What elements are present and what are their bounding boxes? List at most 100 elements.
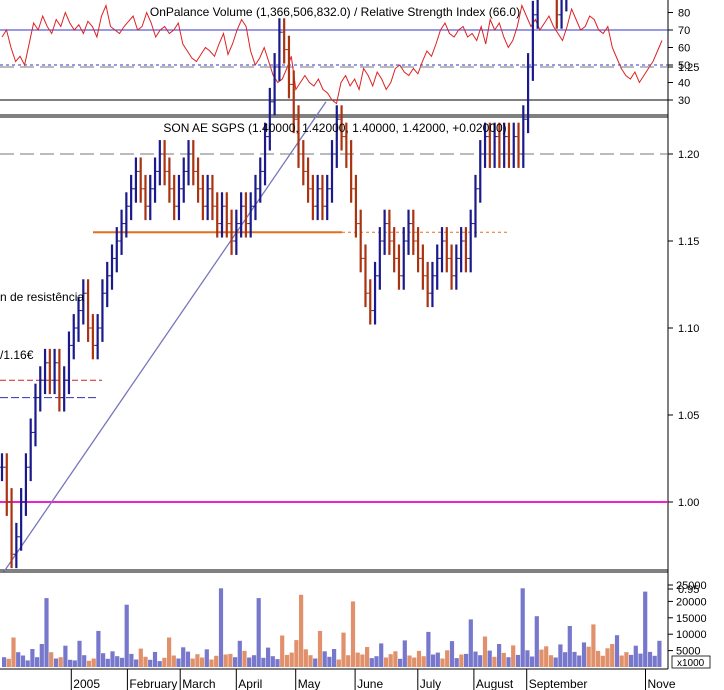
volume-bar	[82, 655, 87, 667]
volume-bar	[577, 655, 582, 667]
annotation-price: /1.16€	[0, 348, 34, 362]
volume-bar	[511, 645, 516, 667]
volume-bar	[289, 652, 294, 667]
volume-bar	[124, 604, 129, 667]
volume-bar	[657, 640, 662, 667]
volume-bar	[581, 642, 587, 667]
volume-bar	[350, 601, 356, 667]
price-tick-label: 1.15	[678, 236, 699, 248]
volume-bar	[520, 588, 525, 667]
volume-bar	[138, 648, 143, 667]
volume-bar	[30, 649, 35, 667]
volume-bar	[464, 653, 469, 667]
volume-bar	[242, 650, 247, 667]
volume-bar	[383, 657, 389, 667]
volume-bar	[25, 660, 30, 667]
volume-bar	[58, 657, 63, 667]
x-axis-label: July	[420, 677, 441, 690]
x-axis-label: 2005	[73, 677, 100, 690]
volume-bar	[468, 619, 473, 667]
volume-bar	[572, 651, 577, 667]
volume-bar	[596, 650, 601, 667]
volume-bar	[544, 646, 549, 667]
volume-bar	[435, 652, 440, 667]
rsi-tick-label: 30	[678, 95, 690, 107]
rsi-title: OnPalance Volume (1,366,506,832.0) / Rel…	[150, 5, 520, 19]
volume-bar	[492, 656, 497, 667]
volume-bar	[152, 651, 158, 667]
volume-bar	[407, 655, 412, 667]
volume-bar	[525, 650, 530, 667]
volume-bar	[223, 654, 228, 667]
volume-bar	[497, 644, 502, 667]
volume-bar	[284, 654, 290, 667]
volume-bar	[633, 645, 638, 667]
volume-bar	[119, 657, 125, 667]
volume-bar	[162, 657, 167, 667]
volume-bar	[143, 656, 148, 667]
annotation-resistance: n de resistência	[0, 290, 84, 304]
volume-bar	[341, 632, 346, 667]
volume-bar	[478, 655, 483, 667]
price-bars	[0, 0, 568, 569]
volume-bar	[237, 640, 242, 667]
volume-bar	[218, 588, 224, 667]
volume-bar	[233, 657, 238, 667]
volume-bar	[534, 616, 539, 667]
volume-bar	[247, 657, 252, 667]
volume-bar	[506, 657, 511, 667]
x-axis-label: Nove	[648, 677, 676, 690]
volume-bar	[105, 658, 110, 667]
volume-bar	[251, 655, 257, 667]
volume-bar	[148, 659, 153, 667]
volume-bar	[647, 651, 653, 667]
volume-bar	[355, 652, 360, 667]
volume-bar	[548, 655, 554, 667]
volume-bar	[129, 653, 134, 667]
volume-bar	[388, 654, 393, 667]
volume-bar	[299, 594, 304, 667]
volume-bar	[553, 657, 558, 667]
volume-bar	[332, 649, 337, 667]
volume-tick-label: 25000	[676, 580, 707, 592]
stock-chart: OnPalance Volume (1,366,506,832.0) / Rel…	[0, 0, 711, 690]
volume-bar	[110, 651, 115, 667]
volume-bar	[327, 656, 332, 667]
volume-bar	[600, 655, 605, 667]
volume-bar	[431, 654, 436, 667]
volume-bar	[303, 649, 308, 667]
volume-bar	[72, 660, 77, 667]
volume-bar	[157, 661, 162, 667]
volume-bar	[421, 656, 426, 667]
volume-bar	[266, 647, 271, 667]
volume-bar	[567, 626, 572, 667]
volume-bar	[515, 654, 521, 667]
volume-bar	[624, 652, 629, 667]
volume-bar	[167, 637, 172, 667]
volume-y-ticks: 250002000015000100005000	[668, 580, 707, 658]
volume-bar	[185, 651, 191, 667]
volume-tick-label: 10000	[676, 629, 707, 641]
volume-bar	[96, 630, 101, 667]
volume-bar	[228, 653, 233, 667]
rsi-tick-label: 70	[678, 25, 690, 37]
x-axis-label: August	[476, 677, 514, 690]
volume-bar	[501, 652, 506, 667]
volume-bar	[68, 659, 73, 667]
volume-bar	[53, 658, 59, 667]
volume-bar	[459, 654, 464, 667]
volume-tick-label: 15000	[676, 613, 707, 625]
volume-bar	[652, 655, 657, 667]
price-levels	[0, 66, 668, 503]
volume-bar	[275, 659, 280, 667]
volume-bar	[171, 655, 176, 667]
x-axis-label: February	[129, 677, 177, 690]
volume-bar	[558, 644, 563, 667]
volume-bar	[629, 654, 634, 667]
volume-bar	[49, 652, 54, 667]
volume-bar	[63, 645, 68, 667]
volume-bar	[482, 636, 488, 667]
volume-bar	[440, 658, 445, 667]
volume-bar	[619, 655, 624, 667]
volume-bar	[181, 647, 186, 667]
